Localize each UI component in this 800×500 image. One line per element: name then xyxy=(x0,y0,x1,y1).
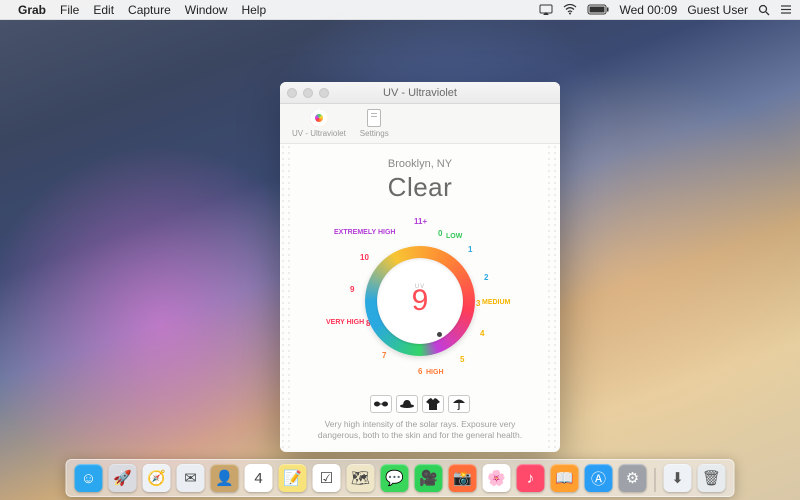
dock-itunes[interactable]: ♪ xyxy=(517,464,545,492)
tab-settings-label: Settings xyxy=(360,129,389,138)
dock-photo-booth[interactable]: 📸 xyxy=(449,464,477,492)
battery-icon[interactable] xyxy=(587,4,609,15)
desktop: Grab File Edit Capture Window Help Wed 0… xyxy=(0,0,800,500)
decor-dots-right xyxy=(546,144,560,452)
scale-high: HIGH xyxy=(426,369,444,376)
airplay-icon[interactable] xyxy=(539,4,553,16)
dock-notes[interactable]: 📝 xyxy=(279,464,307,492)
uv-advice-text: Very high intensity of the solar rays. E… xyxy=(296,419,544,442)
menu-edit[interactable]: Edit xyxy=(93,3,114,17)
dock-reminders[interactable]: ☑ xyxy=(313,464,341,492)
dock-messages[interactable]: 💬 xyxy=(381,464,409,492)
dock-photos[interactable]: 🌸 xyxy=(483,464,511,492)
dock-ibooks[interactable]: 📖 xyxy=(551,464,579,492)
dock-contacts[interactable]: 👤 xyxy=(211,464,239,492)
scale-medium: MEDIUM xyxy=(482,299,510,306)
menu-app[interactable]: Grab xyxy=(18,3,46,17)
wifi-icon[interactable] xyxy=(563,4,577,15)
uv-ring: UV 9 xyxy=(365,246,475,356)
menu-window[interactable]: Window xyxy=(185,3,228,17)
menubar-clock[interactable]: Wed 00:09 xyxy=(619,3,677,17)
dock-calendar[interactable]: 4 xyxy=(245,464,273,492)
tab-uv[interactable]: UV - Ultraviolet xyxy=(288,107,350,140)
decor-dots-left xyxy=(280,144,294,452)
tab-uv-label: UV - Ultraviolet xyxy=(292,129,346,138)
scale-very-high: VERY HIGH xyxy=(326,319,364,326)
scale-low: LOW xyxy=(446,233,462,240)
dock-app-store[interactable]: Ⓐ xyxy=(585,464,613,492)
notification-center-icon[interactable] xyxy=(780,4,792,15)
scale-4: 4 xyxy=(480,329,484,338)
dock-downloads[interactable]: ⬇ xyxy=(664,464,692,492)
dock-safari[interactable]: 🧭 xyxy=(143,464,171,492)
window-titlebar[interactable]: UV - Ultraviolet xyxy=(280,82,560,104)
protection-sunglasses xyxy=(370,395,392,413)
protection-row xyxy=(296,395,544,413)
location-label: Brooklyn, NY xyxy=(296,158,544,170)
dock: ☺🚀🧭✉👤4📝☑🗺💬🎥📸🌸♪📖Ⓐ⚙ ⬇🗑 xyxy=(66,459,735,497)
dock-system-preferences[interactable]: ⚙ xyxy=(619,464,647,492)
scale-2: 2 xyxy=(484,273,488,282)
dock-facetime[interactable]: 🎥 xyxy=(415,464,443,492)
spotlight-icon[interactable] xyxy=(758,4,770,16)
menu-file[interactable]: File xyxy=(60,3,79,17)
scale-5: 5 xyxy=(460,355,464,364)
scale-6: 6 xyxy=(418,367,422,376)
traffic-minimize[interactable] xyxy=(303,88,313,98)
menu-capture[interactable]: Capture xyxy=(128,3,171,17)
app-window: UV - Ultraviolet UV - Ultraviolet Settin… xyxy=(280,82,560,452)
tab-settings[interactable]: Settings xyxy=(356,107,393,140)
uv-icon xyxy=(310,109,328,127)
uv-pointer xyxy=(437,332,442,337)
protection-umbrella xyxy=(448,395,470,413)
app-content: Brooklyn, NY Clear 11+ EXTREMELY HIGH 0 … xyxy=(280,144,560,452)
uv-index-value: 9 xyxy=(365,246,475,356)
protection-shirt xyxy=(422,395,444,413)
dock-finder[interactable]: ☺ xyxy=(75,464,103,492)
menubar-user[interactable]: Guest User xyxy=(687,3,748,17)
scale-9: 9 xyxy=(350,285,354,294)
dock-separator xyxy=(655,468,656,492)
scale-extremely-high: EXTREMELY HIGH xyxy=(334,229,395,236)
scale-0: 0 xyxy=(438,229,442,238)
menu-help[interactable]: Help xyxy=(241,3,266,17)
traffic-close[interactable] xyxy=(287,88,297,98)
dock-maps[interactable]: 🗺 xyxy=(347,464,375,492)
settings-icon xyxy=(367,109,381,127)
condition-label: Clear xyxy=(296,172,544,203)
scale-11: 11+ xyxy=(414,217,427,226)
traffic-zoom[interactable] xyxy=(319,88,329,98)
dock-trash[interactable]: 🗑 xyxy=(698,464,726,492)
uv-dial: 11+ EXTREMELY HIGH 0 LOW 1 10 2 9 MEDIUM… xyxy=(330,211,510,391)
protection-hat xyxy=(396,395,418,413)
menubar: Grab File Edit Capture Window Help Wed 0… xyxy=(0,0,800,20)
window-toolbar: UV - Ultraviolet Settings xyxy=(280,104,560,144)
dock-mail[interactable]: ✉ xyxy=(177,464,205,492)
scale-3: 3 xyxy=(476,299,480,308)
dock-launchpad[interactable]: 🚀 xyxy=(109,464,137,492)
